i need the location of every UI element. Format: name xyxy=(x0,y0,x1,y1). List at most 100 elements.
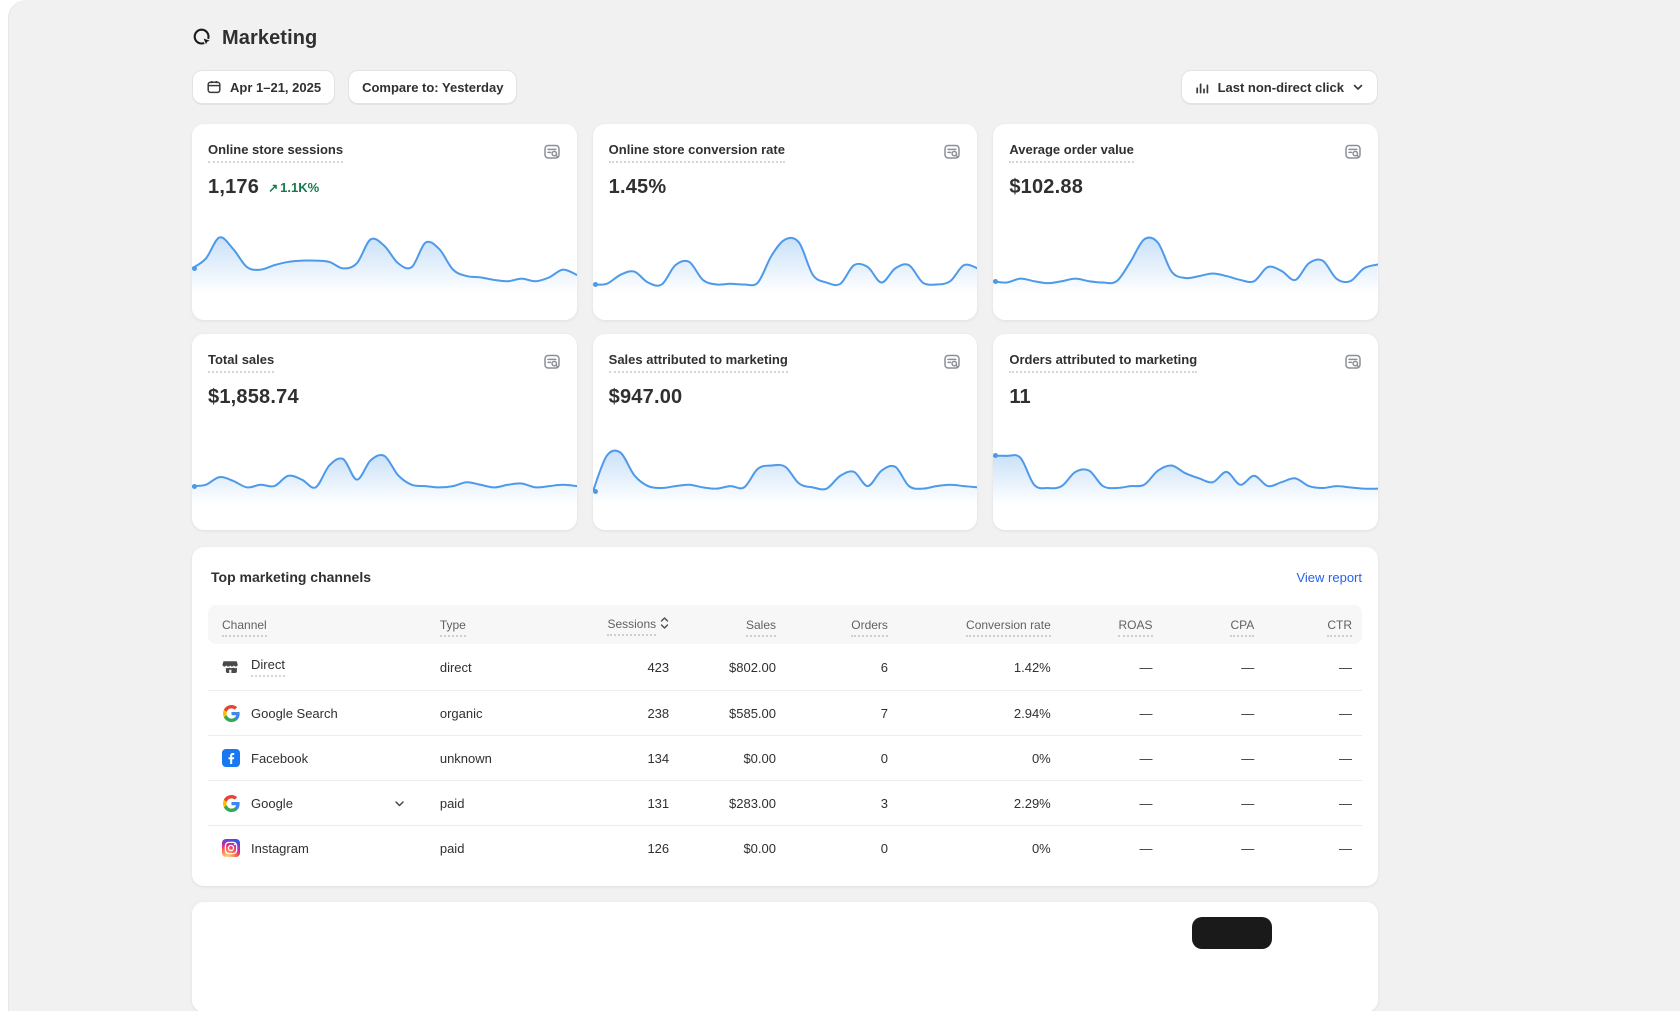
explore-report-icon[interactable] xyxy=(543,353,561,371)
orders-value: 0 xyxy=(880,840,888,856)
sessions-value: 126 xyxy=(647,840,670,856)
cpa-value: — xyxy=(1241,840,1255,856)
conversion-rate-value: 0% xyxy=(1031,840,1051,856)
sparkline-start-dot xyxy=(192,265,197,271)
metric-title[interactable]: Sales attributed to marketing xyxy=(608,352,788,373)
storefront-icon xyxy=(222,658,240,676)
sessions-value: 238 xyxy=(572,691,680,736)
cpa-value: — xyxy=(1162,736,1265,781)
view-report-link[interactable]: View report xyxy=(1296,570,1362,585)
metric-value: 1,176 xyxy=(208,176,260,198)
partial-dark-button[interactable] xyxy=(1192,917,1272,949)
metric-value: $947.00 xyxy=(608,386,683,408)
column-header-cpa[interactable]: CPA xyxy=(1230,617,1255,637)
orders-value: 7 xyxy=(786,691,898,736)
next-section-card xyxy=(192,902,1378,1011)
column-header-sales[interactable]: Sales xyxy=(745,617,776,637)
sales-value: $283.00 xyxy=(679,781,786,826)
top-marketing-channels-card: Top marketing channels View report Chann… xyxy=(192,547,1378,886)
channel-name: Instagram xyxy=(251,840,309,856)
sparkline-start-dot xyxy=(592,281,598,287)
metric-title[interactable]: Total sales xyxy=(208,352,275,373)
table-row-facebook[interactable]: Facebook unknown 134 $0.00 0 0% — — — xyxy=(208,736,1362,781)
sessions-value: 131 xyxy=(572,781,680,826)
sessions-value: 423 xyxy=(572,644,680,691)
date-range-label: Apr 1–21, 2025 xyxy=(230,79,322,95)
date-range-button[interactable]: Apr 1–21, 2025 xyxy=(192,70,336,104)
sort-arrows-icon[interactable] xyxy=(660,617,669,632)
marketing-target-cursor-icon xyxy=(192,27,214,49)
channel-type: paid xyxy=(429,781,573,826)
metric-card-orders-attributed: Orders attributed to marketing 11 xyxy=(993,334,1378,530)
explore-report-icon[interactable] xyxy=(1344,353,1362,371)
sparkline-chart xyxy=(592,430,978,508)
chevron-down-icon xyxy=(1352,81,1364,93)
page-title: Marketing xyxy=(222,26,318,49)
column-header-ctr[interactable]: CTR xyxy=(1327,617,1352,637)
conversion-rate-value: 0% xyxy=(897,736,1061,781)
expand-chevron-icon[interactable] xyxy=(393,797,406,810)
conversion-rate-value: 1.42% xyxy=(897,644,1061,691)
cpa-value: — xyxy=(1162,691,1265,736)
channel-name: Google Search xyxy=(251,705,338,721)
channel-name: Facebook xyxy=(251,750,309,766)
attribution-model-dropdown[interactable]: Last non-direct click xyxy=(1180,70,1378,104)
ctr-value: — xyxy=(1264,736,1362,781)
table-row-instagram[interactable]: Instagram paid 126 $0.00 0 0% — — — xyxy=(208,826,1362,870)
sparkline-chart xyxy=(192,220,577,298)
metric-title[interactable]: Average order value xyxy=(1009,142,1134,163)
ctr-value: — xyxy=(1339,840,1352,856)
google-icon xyxy=(222,704,240,722)
metric-change-value: 1.1K% xyxy=(280,180,320,195)
sparkline-start-dot xyxy=(592,488,598,494)
orders-value: 0 xyxy=(786,736,898,781)
sales-value: $585.00 xyxy=(679,691,786,736)
explore-report-icon[interactable] xyxy=(943,143,961,161)
channel-name: Google xyxy=(251,795,293,811)
ctr-value: — xyxy=(1264,691,1362,736)
column-header-channel[interactable]: Channel xyxy=(222,617,267,637)
table-header-row: Channel Type Sessions Sales Orders Conve… xyxy=(208,605,1362,644)
sparkline-chart xyxy=(993,430,1378,508)
channel-type: direct xyxy=(429,644,573,691)
metric-change-badge: ↗ 1.1K% xyxy=(268,180,319,195)
channel-type: unknown xyxy=(429,736,573,781)
metric-value: 1.45% xyxy=(608,176,667,198)
table-row-google-search[interactable]: Google Search organic 238 $585.00 7 2.94… xyxy=(208,691,1362,736)
metric-value: $102.88 xyxy=(1009,176,1084,198)
column-header-type[interactable]: Type xyxy=(439,617,466,637)
toolbar: Apr 1–21, 2025 Compare to: Yesterday Las… xyxy=(192,70,1378,104)
explore-report-icon[interactable] xyxy=(543,143,561,161)
cpa-value: — xyxy=(1162,644,1265,691)
channels-table: Channel Type Sessions Sales Orders Conve… xyxy=(208,605,1362,870)
sparkline-chart xyxy=(192,430,577,508)
column-header-roas[interactable]: ROAS xyxy=(1118,617,1153,637)
metric-title[interactable]: Online store sessions xyxy=(208,142,344,163)
column-header-sessions[interactable]: Sessions xyxy=(607,617,657,636)
metric-title[interactable]: Online store conversion rate xyxy=(608,142,785,163)
table-row-direct[interactable]: Direct direct 423 $802.00 6 1.42% — — — xyxy=(208,644,1362,691)
bar-chart-icon xyxy=(1195,80,1210,95)
cpa-value: — xyxy=(1162,781,1265,826)
column-header-orders[interactable]: Orders xyxy=(851,617,888,637)
roas-value: — xyxy=(1060,644,1163,691)
metric-card-conversion-rate: Online store conversion rate 1.45% xyxy=(592,124,978,320)
instagram-icon xyxy=(222,839,240,857)
compare-to-button[interactable]: Compare to: Yesterday xyxy=(348,70,518,104)
metrics-grid: Online store sessions 1,176 ↗ 1.1K% Onli… xyxy=(192,124,1378,530)
explore-report-icon[interactable] xyxy=(1344,143,1362,161)
page-header: Marketing xyxy=(192,24,1378,52)
channel-type: paid xyxy=(439,840,465,856)
explore-report-icon[interactable] xyxy=(943,353,961,371)
channel-type: organic xyxy=(429,691,573,736)
metric-value: $1,858.74 xyxy=(208,386,299,408)
column-header-conversion-rate[interactable]: Conversion rate xyxy=(966,617,1051,637)
orders-value: 6 xyxy=(786,644,898,691)
compare-to-label: Compare to: Yesterday xyxy=(362,79,504,95)
sales-value: $802.00 xyxy=(679,644,786,691)
table-title: Top marketing channels xyxy=(211,569,371,585)
metric-card-total-sales: Total sales $1,858.74 xyxy=(192,334,577,530)
sales-value: $0.00 xyxy=(679,736,786,781)
metric-title[interactable]: Orders attributed to marketing xyxy=(1009,352,1198,373)
table-row-google[interactable]: Google paid 131 $283.00 3 2.29% — — — xyxy=(208,781,1362,826)
